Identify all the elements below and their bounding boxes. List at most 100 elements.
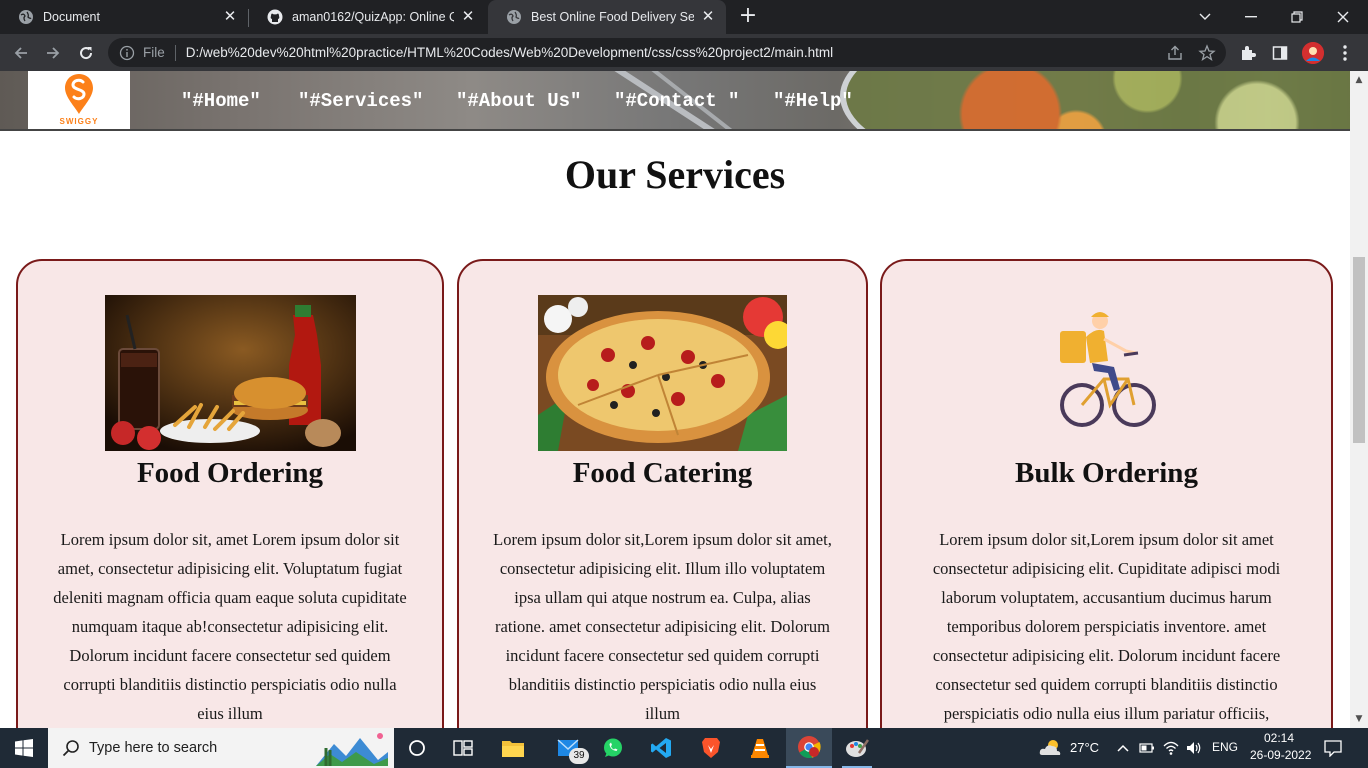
- share-icon[interactable]: [1166, 44, 1184, 62]
- url-text[interactable]: D:/web%20dev%20html%20practice/HTML%20Co…: [186, 45, 833, 60]
- address-bar[interactable]: File D:/web%20dev%20html%20practice/HTML…: [108, 38, 1226, 67]
- vlc-cone-icon: [751, 739, 769, 758]
- wifi-icon[interactable]: [1163, 740, 1179, 756]
- puzzle-icon: [1242, 46, 1256, 60]
- taskbar-vscode[interactable]: [638, 728, 684, 768]
- forward-button[interactable]: [40, 40, 66, 66]
- extensions-button[interactable]: [1237, 42, 1259, 64]
- notification-center-icon[interactable]: [1324, 739, 1342, 757]
- tab-quizapp[interactable]: aman0162/QuizApp: Online Quiz ✕: [249, 0, 486, 34]
- reload-button[interactable]: [73, 40, 99, 66]
- clock-date[interactable]: 26-09-2022: [1250, 748, 1311, 762]
- kebab-menu-icon: [1343, 45, 1347, 61]
- tab-document[interactable]: Document ✕: [0, 0, 248, 34]
- mail-badge: 39: [569, 748, 589, 764]
- close-window-button[interactable]: [1320, 0, 1366, 34]
- swiggy-logo[interactable]: SWIGGY: [28, 71, 130, 129]
- back-button[interactable]: [8, 40, 34, 66]
- chevron-down-icon: [1199, 13, 1211, 20]
- tab-search-button[interactable]: [1182, 0, 1228, 34]
- chevron-up-icon[interactable]: [1115, 740, 1131, 756]
- card-description: Lorem ipsum dolor sit, amet Lorem ipsum …: [53, 530, 407, 723]
- card-description: Lorem ipsum dolor sit,Lorem ipsum dolor …: [493, 530, 832, 723]
- tab-food-delivery[interactable]: Best Online Food Delivery Service ✕: [488, 0, 726, 34]
- minimize-icon: [1245, 16, 1257, 18]
- browser-tab-strip: Document ✕ aman0162/QuizApp: Online Quiz…: [0, 0, 1368, 34]
- minimize-button[interactable]: [1228, 0, 1274, 34]
- card-title: Food Catering: [572, 457, 753, 489]
- nav-link-help[interactable]: "#Help": [773, 90, 853, 112]
- folder-icon: [502, 741, 524, 757]
- search-icon: [62, 740, 79, 757]
- taskbar-search-box[interactable]: Type here to search: [48, 728, 394, 768]
- browser-menu-button[interactable]: [1334, 42, 1356, 64]
- scrollbar-thumb[interactable]: [1353, 257, 1365, 443]
- arrow-right-icon: [47, 47, 60, 59]
- taskbar-chrome[interactable]: [786, 728, 832, 768]
- vscode-icon: [651, 738, 671, 758]
- side-panel-icon: [1272, 46, 1288, 60]
- taskbar-mail[interactable]: 39: [545, 728, 591, 768]
- scroll-up-arrow-icon[interactable]: ▲: [1354, 75, 1364, 85]
- card-title: Bulk Ordering: [1015, 457, 1198, 489]
- tab-title: aman0162/QuizApp: Online Quiz: [292, 10, 454, 24]
- header-banner: SWIGGY "#Home" "#Services" "#About Us" "…: [0, 71, 1350, 131]
- card-description: Lorem ipsum dolor sit,Lorem ipsum dolor …: [932, 530, 1281, 723]
- divider: [174, 44, 176, 61]
- profile-avatar[interactable]: [1302, 42, 1324, 64]
- taskbar-whatsapp[interactable]: [590, 728, 636, 768]
- taskbar-brave[interactable]: [688, 728, 734, 768]
- tab-title: Best Online Food Delivery Service: [531, 10, 694, 24]
- nav-link-home[interactable]: "#Home": [181, 90, 261, 112]
- taskbar-vlc[interactable]: [737, 728, 783, 768]
- paint-palette-icon: [846, 739, 869, 757]
- card-title: Food Ordering: [136, 457, 324, 489]
- bookmark-star-icon[interactable]: [1198, 44, 1216, 62]
- search-highlight-illustration-icon: [316, 733, 388, 766]
- side-panel-button[interactable]: [1269, 42, 1291, 64]
- brave-lion-icon: [702, 738, 720, 758]
- browser-toolbar: File D:/web%20dev%20html%20practice/HTML…: [0, 34, 1368, 71]
- nav-link-about[interactable]: "#About Us": [456, 90, 581, 112]
- windows-taskbar: Type here to search 39 27°C ENG 02:14 26…: [0, 728, 1368, 768]
- swiggy-logo-icon: [65, 74, 93, 114]
- close-icon[interactable]: ✕: [460, 9, 476, 25]
- close-icon[interactable]: ✕: [700, 9, 716, 25]
- service-card-bulk-ordering: Bulk Ordering Lorem ipsum dolor sit,Lore…: [880, 259, 1333, 728]
- banner-food-image: [840, 71, 1350, 129]
- chrome-icon: [798, 736, 821, 759]
- globe-icon: [507, 10, 521, 24]
- avatar-icon: [1302, 42, 1324, 64]
- nav-link-contact[interactable]: "#Contact ": [614, 90, 739, 112]
- search-placeholder: Type here to search: [89, 740, 218, 756]
- service-card-food-catering: Food Catering Lorem ipsum dolor sit,Lore…: [457, 259, 868, 728]
- info-icon[interactable]: [119, 45, 135, 61]
- logo-text: SWIGGY: [59, 117, 99, 126]
- scroll-down-arrow-icon[interactable]: ▼: [1354, 714, 1364, 724]
- delivery-cyclist-image: [1060, 312, 1156, 427]
- input-language[interactable]: ENG: [1212, 740, 1238, 754]
- section-title: Our Services: [564, 152, 786, 197]
- close-icon: [1337, 11, 1349, 23]
- close-icon[interactable]: ✕: [222, 9, 238, 25]
- volume-icon[interactable]: [1186, 740, 1202, 756]
- restore-icon: [1291, 11, 1303, 23]
- start-button[interactable]: [0, 728, 48, 768]
- arrow-left-icon: [14, 47, 27, 59]
- page-scrollbar[interactable]: ▲ ▼: [1350, 71, 1368, 728]
- clock-time[interactable]: 02:14: [1264, 731, 1294, 745]
- new-tab-button[interactable]: +: [736, 5, 760, 29]
- taskbar-paint[interactable]: [834, 728, 880, 768]
- battery-icon[interactable]: [1139, 740, 1155, 756]
- windows-logo-icon: [15, 739, 33, 757]
- task-view-button[interactable]: [394, 728, 440, 768]
- whatsapp-icon: [604, 738, 622, 757]
- weather-cloud-icon[interactable]: [1039, 739, 1063, 757]
- taskbar-file-explorer[interactable]: [490, 728, 536, 768]
- restore-button[interactable]: [1274, 0, 1320, 34]
- task-view-icon-button[interactable]: [440, 728, 486, 768]
- tab-title: Document: [43, 10, 100, 24]
- nav-link-services[interactable]: "#Services": [298, 90, 423, 112]
- page-viewport: SWIGGY "#Home" "#Services" "#About Us" "…: [0, 71, 1350, 728]
- weather-temperature[interactable]: 27°C: [1070, 740, 1099, 755]
